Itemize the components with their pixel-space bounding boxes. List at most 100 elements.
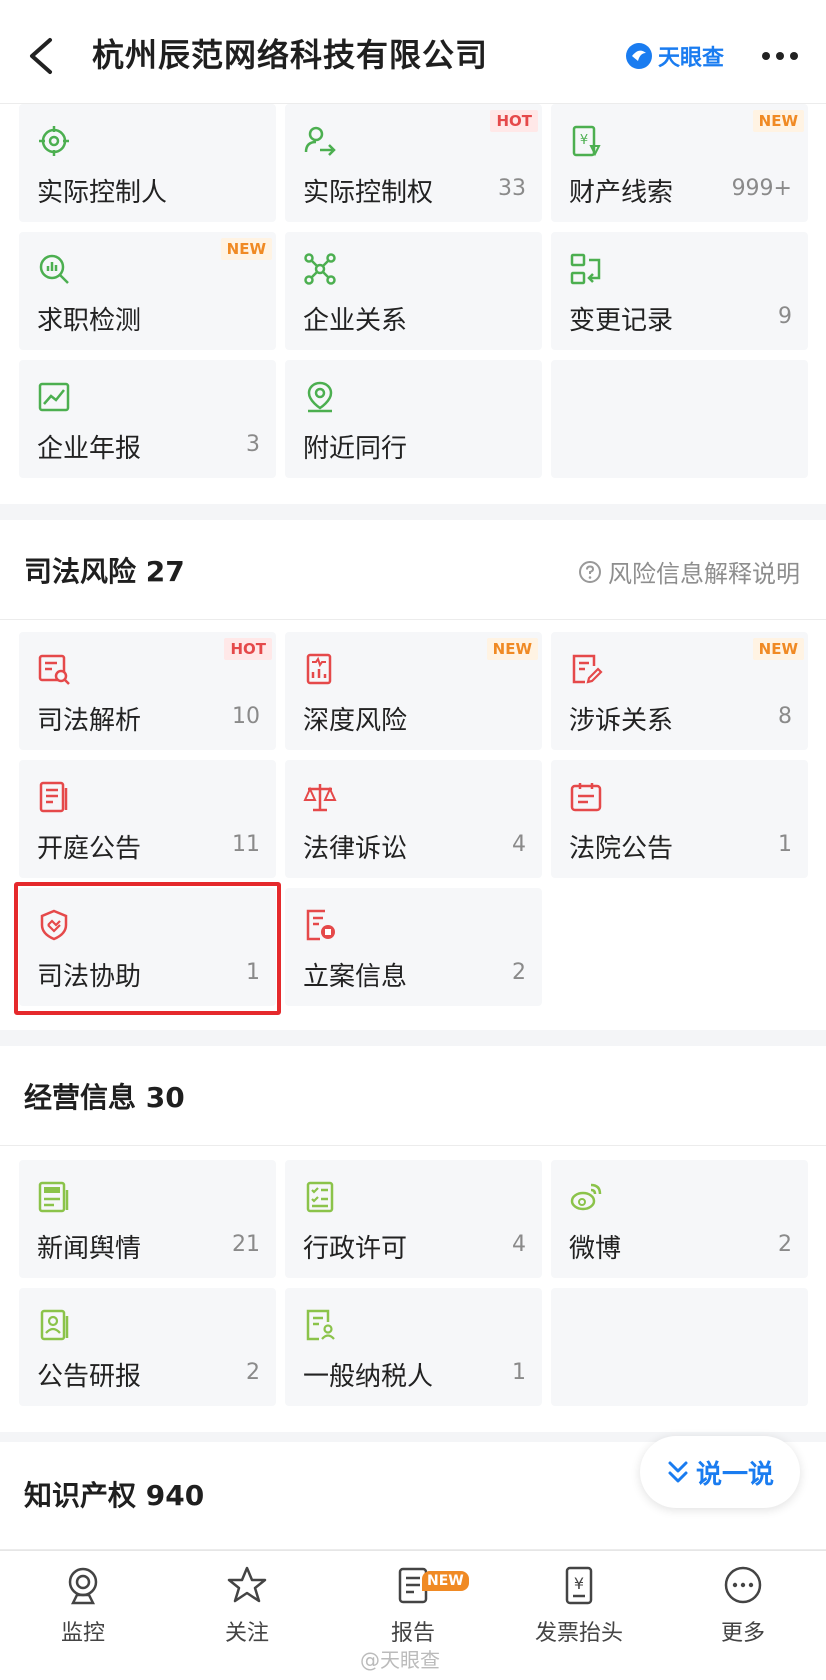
line-chart-icon — [38, 382, 70, 412]
card-label: 附近同行 — [303, 434, 408, 464]
case-document-icon — [306, 909, 335, 941]
card-judicial-analysis[interactable]: HOT 司法解析 10 — [19, 632, 276, 750]
watermark: @天眼查 — [360, 1648, 440, 1672]
comment-float-button[interactable]: 说一说 — [640, 1436, 800, 1508]
card-count: 33 — [498, 176, 526, 201]
card-general-taxpayer[interactable]: 一般纳税人 1 — [285, 1288, 542, 1406]
double-chevron-down-icon — [668, 1461, 688, 1483]
report-person-icon — [40, 1309, 69, 1341]
tab-label: 监控 — [60, 1621, 105, 1646]
card-weibo[interactable]: 微博 2 — [551, 1160, 808, 1278]
new-badge: NEW — [752, 110, 804, 132]
calendar-notice-icon — [570, 783, 602, 812]
card-count: 1 — [778, 832, 792, 857]
card-news[interactable]: 新闻舆情 21 — [19, 1160, 276, 1278]
card-announcement-research[interactable]: 公告研报 2 — [19, 1288, 276, 1406]
card-admin-license[interactable]: 行政许可 4 — [285, 1160, 542, 1278]
card-label: 企业关系 — [303, 306, 408, 336]
company-title: 杭州辰范网络科技有限公司 — [92, 36, 489, 74]
card-court-session[interactable]: 开庭公告 11 — [19, 760, 276, 878]
card-legal-lawsuit[interactable]: 法律诉讼 4 — [285, 760, 542, 878]
card-deep-risk[interactable]: NEW 深度风险 — [285, 632, 542, 750]
card-label: 微博 — [569, 1234, 622, 1264]
more-circle-icon — [724, 1566, 762, 1604]
weibo-icon — [570, 1183, 602, 1211]
more-options-icon[interactable] — [760, 44, 800, 68]
tab-more[interactable]: 更多 — [668, 1565, 818, 1647]
card-change-records[interactable]: 变更记录 9 — [551, 232, 808, 350]
hot-badge: HOT — [490, 110, 538, 132]
new-badge: NEW — [422, 1571, 469, 1591]
target-icon — [39, 126, 69, 156]
hot-badge: HOT — [224, 638, 272, 660]
highlight-box — [14, 882, 281, 1015]
card-label: 企业年报 — [37, 434, 142, 464]
question-circle-icon — [579, 560, 601, 583]
risk-help-link[interactable]: 风险信息解释说明 — [578, 554, 800, 589]
card-label: 立案信息 — [303, 962, 408, 992]
section-title: 司法风险 27 — [24, 555, 185, 588]
new-badge: NEW — [220, 238, 272, 260]
card-nearby-peers[interactable]: 附近同行 — [285, 360, 542, 478]
card-case-filing[interactable]: 立案信息 2 — [285, 888, 542, 1006]
tab-follow[interactable]: 关注 — [172, 1565, 322, 1647]
card-count: 11 — [232, 832, 260, 857]
card-label: 法院公告 — [569, 834, 674, 864]
checklist-icon — [306, 1181, 334, 1213]
card-label: 实际控制人 — [37, 178, 168, 208]
tab-label: 发票抬头 — [534, 1621, 623, 1646]
card-label: 财产线索 — [569, 178, 674, 208]
card-label: 求职检测 — [37, 306, 142, 336]
section-title: 经营信息 30 — [24, 1081, 185, 1114]
tab-invoice[interactable]: ¥ 发票抬头 — [504, 1565, 654, 1647]
card-litigation-relations[interactable]: NEW 涉诉关系 8 — [551, 632, 808, 750]
scales-icon — [303, 784, 337, 812]
help-text: 风险信息解释说明 — [608, 560, 800, 588]
risk-report-icon — [306, 653, 332, 685]
tab-monitor[interactable]: 监控 — [8, 1565, 158, 1647]
judicial-section-header: 司法风险 27 风险信息解释说明 — [0, 520, 826, 620]
location-pin-icon — [307, 381, 333, 413]
invoice-icon: ¥ — [565, 1566, 593, 1605]
card-count: 2 — [778, 1232, 792, 1257]
card-count: 2 — [512, 960, 526, 985]
card-label: 一般纳税人 — [303, 1362, 434, 1392]
money-document-icon: ¥ — [572, 125, 601, 157]
card-label: 法律诉讼 — [303, 834, 408, 864]
network-icon — [304, 253, 336, 285]
card-count: 3 — [246, 432, 260, 457]
card-count: 10 — [232, 704, 260, 729]
new-badge: NEW — [486, 638, 538, 660]
svg-text:¥: ¥ — [574, 1574, 584, 1593]
card-count: 4 — [512, 832, 526, 857]
card-count: 1 — [512, 1360, 526, 1385]
card-property-clues[interactable]: NEW ¥ 财产线索 999+ — [551, 104, 808, 222]
card-actual-controller[interactable]: 实际控制人 — [19, 104, 276, 222]
document-search-icon — [38, 654, 70, 685]
card-count: 9 — [778, 304, 792, 329]
brand-logo: 天眼查 — [624, 40, 724, 72]
card-label: 行政许可 — [303, 1234, 408, 1264]
card-empty — [551, 1288, 808, 1406]
card-court-notice[interactable]: 法院公告 1 — [551, 760, 808, 878]
tab-report[interactable]: NEW 报告 — [338, 1565, 488, 1647]
card-annual-report[interactable]: 企业年报 3 — [19, 360, 276, 478]
back-arrow-icon[interactable] — [26, 36, 56, 76]
section-title: 知识产权 940 — [24, 1479, 205, 1512]
card-job-check[interactable]: NEW 求职检测 — [19, 232, 276, 350]
card-count: 999+ — [731, 176, 792, 201]
card-label: 公告研报 — [37, 1362, 142, 1392]
tab-label: 更多 — [720, 1621, 765, 1646]
document-edit-icon — [572, 654, 603, 684]
notice-list-icon — [39, 781, 68, 813]
news-icon — [38, 1181, 69, 1213]
card-enterprise-relations[interactable]: 企业关系 — [285, 232, 542, 350]
tab-label: 报告 — [390, 1621, 435, 1646]
business-section-header: 经营信息 30 — [0, 1046, 826, 1146]
card-count: 8 — [778, 704, 792, 729]
card-count: 21 — [232, 1232, 260, 1257]
card-empty — [551, 360, 808, 478]
change-record-icon — [570, 253, 601, 285]
card-label: 深度风险 — [303, 706, 408, 736]
card-control-rights[interactable]: HOT 实际控制权 33 — [285, 104, 542, 222]
